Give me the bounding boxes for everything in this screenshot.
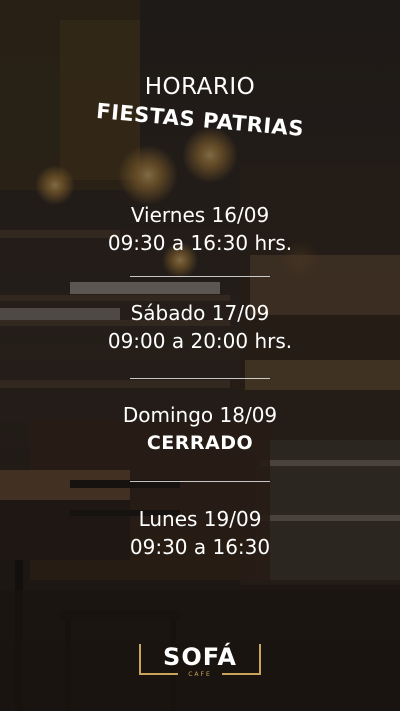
divider — [130, 378, 270, 379]
divider — [130, 481, 270, 482]
schedule-item-monday: Lunes 19/09 09:30 a 16:30 — [0, 505, 400, 561]
day-label: Sábado 17/09 — [130, 301, 270, 325]
title-horario: HORARIO — [144, 74, 256, 100]
closed-label: CERRADO — [146, 432, 254, 454]
sofa-cafe-logo: SOFÁ CAFE — [138, 640, 262, 680]
hours-label: 09:30 a 16:30 — [129, 535, 271, 559]
logo-subtitle: CAFE — [188, 671, 212, 678]
schedule-item-friday: Viernes 16/09 09:30 a 16:30 hrs. — [0, 201, 400, 257]
hours-label: 09:30 a 16:30 hrs. — [107, 231, 293, 255]
day-label: Lunes 19/09 — [138, 507, 262, 531]
day-label: Viernes 16/09 — [130, 203, 270, 227]
hours-label: 09:00 a 20:00 hrs. — [107, 329, 293, 353]
schedule-item-saturday: Sábado 17/09 09:00 a 20:00 hrs. — [0, 299, 400, 355]
story-card: HORARIO FIESTAS PATRIAS Viernes 16/09 09… — [0, 0, 400, 711]
schedule-content: HORARIO FIESTAS PATRIAS Viernes 16/09 09… — [0, 0, 400, 711]
schedule-item-sunday: Domingo 18/09 CERRADO — [0, 401, 400, 457]
divider — [130, 276, 270, 277]
logo-name: SOFÁ — [163, 643, 237, 671]
title-fiestas-patrias: FIESTAS PATRIAS — [0, 99, 400, 141]
title-fiestas-patrias-text: FIESTAS PATRIAS — [95, 98, 305, 142]
day-label: Domingo 18/09 — [122, 403, 278, 427]
